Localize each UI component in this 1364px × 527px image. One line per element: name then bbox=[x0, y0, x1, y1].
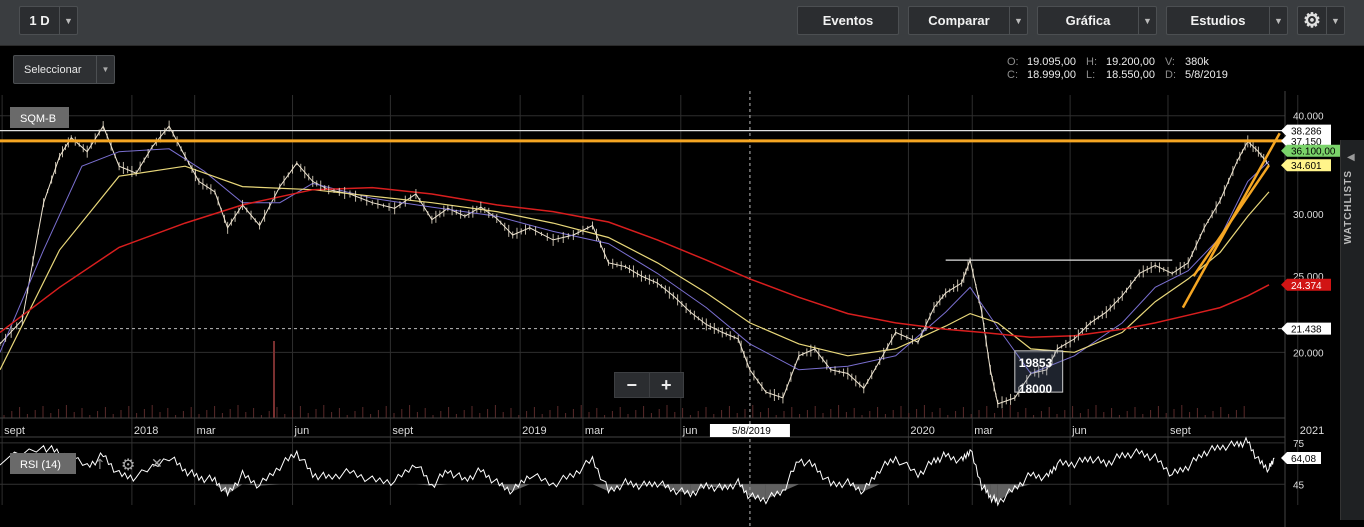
watchlists-label: WATCHLISTS bbox=[1343, 170, 1354, 245]
settings-button[interactable]: ⚙ ▼ bbox=[1297, 6, 1345, 35]
x-tick-label: 2020 bbox=[910, 425, 934, 437]
price-label: 21.438 bbox=[1291, 325, 1322, 336]
chart-type-button[interactable]: Gráfica ▼ bbox=[1037, 6, 1157, 35]
studies-label: Estudios bbox=[1190, 13, 1246, 28]
events-label: Eventos bbox=[822, 13, 874, 28]
x-tick-label: jun bbox=[294, 425, 310, 437]
low-value: 18.550,00 bbox=[1106, 69, 1155, 81]
price-label: 36.100,00 bbox=[1291, 147, 1336, 158]
interval-select[interactable]: 1 D ▼ bbox=[19, 6, 78, 35]
price-label: 24.374 bbox=[1291, 281, 1322, 292]
y-tick-label: 30.000 bbox=[1293, 210, 1324, 221]
interval-label: 1 D bbox=[29, 13, 50, 28]
date-value: 5/8/2019 bbox=[1185, 69, 1228, 81]
open-value: 19.095,00 bbox=[1027, 56, 1076, 68]
high-value: 19.200,00 bbox=[1106, 56, 1155, 68]
price-chart[interactable]: 19853 18000 sept 2018 mar jun sept 2019 mar jun 2… bbox=[0, 91, 1340, 527]
compare-label: Comparar bbox=[928, 13, 990, 28]
zoom-controls: − + bbox=[614, 372, 684, 398]
x-tick-label: mar bbox=[197, 425, 216, 437]
gear-icon[interactable]: ⚙ bbox=[121, 455, 135, 474]
watchlists-panel[interactable]: ◀ WATCHLISTS bbox=[1340, 140, 1364, 520]
chart-header bbox=[0, 46, 1364, 91]
close-icon[interactable]: ✕ bbox=[151, 456, 163, 472]
x-tick-label: sept bbox=[4, 425, 25, 437]
rsi-level-label: 75 bbox=[1293, 439, 1305, 450]
chart-type-label: Gráfica bbox=[1065, 13, 1111, 28]
x-tick-label: jun bbox=[682, 425, 698, 437]
rsi-level-label: 45 bbox=[1293, 480, 1305, 491]
zoom-in-button[interactable]: + bbox=[648, 373, 684, 397]
chevron-down-icon[interactable]: ▼ bbox=[1326, 7, 1344, 34]
chevron-down-icon[interactable]: ▼ bbox=[1269, 7, 1287, 34]
price-label: 34.601 bbox=[1291, 161, 1322, 172]
events-button[interactable]: Eventos bbox=[797, 6, 899, 35]
box-label-top: 19853 bbox=[1019, 356, 1053, 370]
close-value: 18.999,00 bbox=[1027, 69, 1076, 81]
chevron-down-icon[interactable]: ▼ bbox=[1138, 7, 1156, 34]
chevron-down-icon[interactable]: ▼ bbox=[96, 56, 114, 83]
studies-button[interactable]: Estudios ▼ bbox=[1166, 6, 1288, 35]
x-tick-label: jun bbox=[1071, 425, 1087, 437]
x-tick-label: 2018 bbox=[134, 425, 158, 437]
zoom-out-button[interactable]: − bbox=[615, 373, 649, 397]
chevron-down-icon[interactable]: ▼ bbox=[1009, 7, 1027, 34]
x-tick-label: 2021 bbox=[1300, 425, 1324, 437]
close-key: C: bbox=[1007, 69, 1018, 81]
open-key: O: bbox=[1007, 56, 1019, 68]
compare-button[interactable]: Comparar ▼ bbox=[908, 6, 1028, 35]
x-tick-label: mar bbox=[585, 425, 604, 437]
date-key: D: bbox=[1165, 69, 1176, 81]
chevron-down-icon[interactable]: ▼ bbox=[59, 7, 77, 34]
rsi-label: RSI (14) bbox=[20, 459, 61, 471]
x-tick-label: mar bbox=[974, 425, 993, 437]
y-tick-label: 40.000 bbox=[1293, 112, 1324, 123]
low-key: L: bbox=[1086, 69, 1096, 81]
gear-icon: ⚙ bbox=[1303, 10, 1321, 32]
x-tick-label: sept bbox=[1170, 425, 1191, 437]
crosshair-date-label: 5/8/2019 bbox=[732, 426, 771, 437]
volume-value: 380k bbox=[1185, 56, 1209, 68]
drawing-tool-select[interactable]: Seleccionar ▼ bbox=[13, 55, 115, 84]
chevron-left-icon[interactable]: ◀ bbox=[1347, 152, 1355, 163]
arrow-up-icon[interactable]: ↑ bbox=[94, 457, 106, 473]
high-key: H: bbox=[1086, 56, 1097, 68]
box-label-bottom: 18000 bbox=[1019, 382, 1053, 396]
symbol-label: SQM-B bbox=[20, 113, 56, 125]
volume-key: V: bbox=[1165, 56, 1175, 68]
x-tick-label: sept bbox=[392, 425, 413, 437]
select-label: Seleccionar bbox=[24, 63, 82, 76]
y-tick-label: 20.000 bbox=[1293, 348, 1324, 359]
top-toolbar: 1 D ▼ Eventos Comparar ▼ Gráfica ▼ Estud… bbox=[0, 0, 1364, 46]
x-tick-label: 2019 bbox=[522, 425, 546, 437]
ohlc-readout: O: C: bbox=[1007, 56, 1019, 82]
rsi-value-label: 64,08 bbox=[1291, 454, 1316, 465]
